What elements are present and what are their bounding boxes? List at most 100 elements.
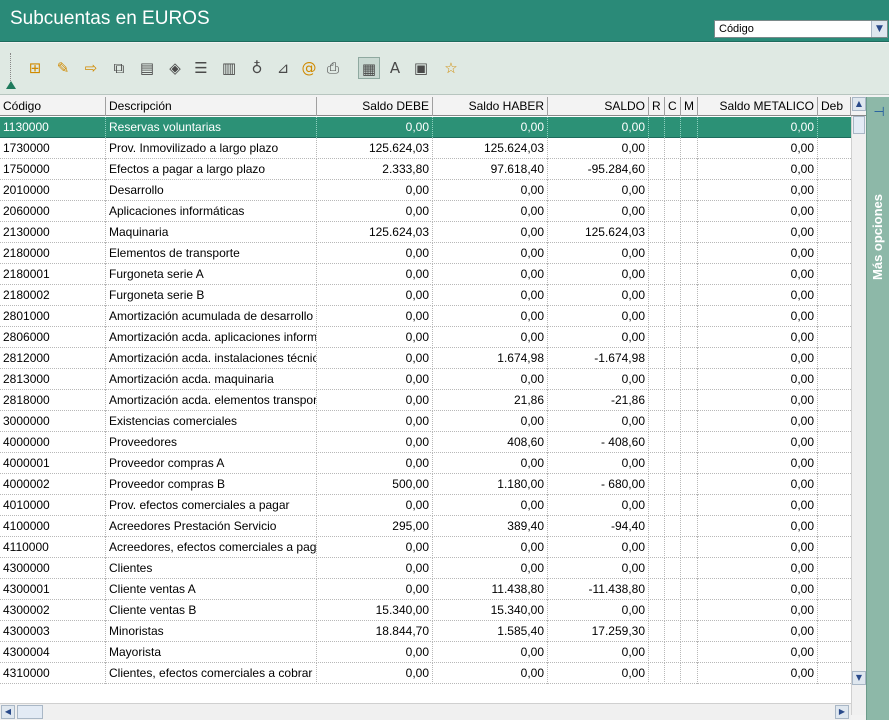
- search-field-select[interactable]: Código ▼: [714, 20, 888, 38]
- print-icon[interactable]: ⎙: [322, 57, 344, 79]
- clipboard-icon[interactable]: ▤: [136, 57, 158, 79]
- cell-m: [681, 348, 698, 369]
- table-row[interactable]: 1130000 Reservas voluntarias 0,00 0,00 0…: [0, 117, 851, 138]
- cell-codigo: 2812000: [0, 348, 106, 369]
- table-row[interactable]: 4300001 Cliente ventas A 0,00 11.438,80 …: [0, 579, 851, 600]
- cell-r: [649, 495, 665, 516]
- column-header-descripcion[interactable]: Descripción: [106, 97, 317, 116]
- cell-descripcion: Acreedores, efectos comerciales a pagar: [106, 537, 317, 558]
- table-row[interactable]: 2180000 Elementos de transporte 0,00 0,0…: [0, 243, 851, 264]
- table-row[interactable]: 1750000 Efectos a pagar a largo plazo 2.…: [0, 159, 851, 180]
- table-row[interactable]: 4000001 Proveedor compras A 0,00 0,00 0,…: [0, 453, 851, 474]
- cell-descripcion: Aplicaciones informáticas: [106, 201, 317, 222]
- cell-descripcion: Amortización acda. maquinaria: [106, 369, 317, 390]
- table-row[interactable]: 4110000 Acreedores, efectos comerciales …: [0, 537, 851, 558]
- column-header-r[interactable]: R: [649, 97, 665, 116]
- cell-m: [681, 411, 698, 432]
- table-row[interactable]: 2806000 Amortización acda. aplicaciones …: [0, 327, 851, 348]
- copy-icon[interactable]: ⧉: [108, 57, 130, 79]
- filter-icon[interactable]: ◈: [164, 57, 186, 79]
- table-row[interactable]: 2060000 Aplicaciones informáticas 0,00 0…: [0, 201, 851, 222]
- cell-m: [681, 537, 698, 558]
- table-row[interactable]: 4310000 Clientes, efectos comerciales a …: [0, 663, 851, 684]
- table-row[interactable]: 4300002 Cliente ventas B 15.340,00 15.34…: [0, 600, 851, 621]
- cell-saldo-haber: 0,00: [433, 558, 548, 579]
- view-icon[interactable]: ▦: [358, 57, 380, 79]
- table-row[interactable]: 4300004 Mayorista 0,00 0,00 0,00 0,00: [0, 642, 851, 663]
- cell-saldo-debe: 0,00: [317, 558, 433, 579]
- table-row[interactable]: 2818000 Amortización acda. elementos tra…: [0, 390, 851, 411]
- table-row[interactable]: 3000000 Existencias comerciales 0,00 0,0…: [0, 411, 851, 432]
- vertical-scroll-thumb[interactable]: [853, 116, 865, 134]
- cell-m: [681, 117, 698, 138]
- cell-descripcion: Amortización acda. elementos transporte: [106, 390, 317, 411]
- cell-saldo-debe: 125.624,03: [317, 138, 433, 159]
- at-icon[interactable]: @: [298, 57, 320, 79]
- cell-codigo: 4010000: [0, 495, 106, 516]
- favorite-icon[interactable]: ☆: [440, 57, 462, 79]
- memo-icon[interactable]: ▣: [410, 57, 432, 79]
- cell-saldo-haber: 0,00: [433, 453, 548, 474]
- column-header-saldo-metalico[interactable]: Saldo METALICO: [698, 97, 818, 116]
- horizontal-scroll-thumb[interactable]: [17, 705, 43, 719]
- cell-codigo: 1750000: [0, 159, 106, 180]
- cell-saldo-metalico: 0,00: [698, 537, 818, 558]
- cell-r: [649, 138, 665, 159]
- table-row[interactable]: 4100000 Acreedores Prestación Servicio 2…: [0, 516, 851, 537]
- cell-m: [681, 159, 698, 180]
- cell-c: [665, 474, 681, 495]
- chevron-down-icon[interactable]: ▼: [871, 21, 887, 37]
- cell-c: [665, 537, 681, 558]
- table-row[interactable]: 1730000 Prov. Inmovilizado a largo plazo…: [0, 138, 851, 159]
- cell-r: [649, 537, 665, 558]
- table-row[interactable]: 2180001 Furgoneta serie A 0,00 0,00 0,00…: [0, 264, 851, 285]
- export-icon[interactable]: ⇨: [80, 57, 102, 79]
- edit-record-icon[interactable]: ✎: [52, 57, 74, 79]
- hint-icon[interactable]: ♁: [246, 57, 268, 79]
- more-options-label[interactable]: Más opciones: [868, 184, 888, 290]
- column-header-saldo[interactable]: SALDO: [548, 97, 649, 116]
- table-row[interactable]: 2812000 Amortización acda. instalaciones…: [0, 348, 851, 369]
- column-header-saldo-debe[interactable]: Saldo DEBE: [317, 97, 433, 116]
- cell-codigo: 4000001: [0, 453, 106, 474]
- column-header-m[interactable]: M: [681, 97, 698, 116]
- columns-icon[interactable]: ▥: [218, 57, 240, 79]
- scroll-right-icon[interactable]: ▶: [835, 705, 849, 719]
- font-icon[interactable]: A: [384, 57, 406, 79]
- table-row[interactable]: 2010000 Desarrollo 0,00 0,00 0,00 0,00: [0, 180, 851, 201]
- cell-descripcion: Existencias comerciales: [106, 411, 317, 432]
- cell-r: [649, 642, 665, 663]
- cell-saldo-debe: 0,00: [317, 285, 433, 306]
- cell-c: [665, 495, 681, 516]
- vertical-scrollbar[interactable]: ▲ ▼: [851, 97, 866, 715]
- pin-icon[interactable]: ⊣: [871, 105, 887, 121]
- cell-saldo-metalico: 0,00: [698, 432, 818, 453]
- table-row[interactable]: 2130000 Maquinaria 125.624,03 0,00 125.6…: [0, 222, 851, 243]
- toolbar-corner-marker: [6, 81, 16, 89]
- table-row[interactable]: 2801000 Amortización acumulada de desarr…: [0, 306, 851, 327]
- scroll-down-icon[interactable]: ▼: [852, 671, 866, 685]
- table-row[interactable]: 4300000 Clientes 0,00 0,00 0,00 0,00: [0, 558, 851, 579]
- list-icon[interactable]: ☰: [190, 57, 212, 79]
- cell-codigo: 2813000: [0, 369, 106, 390]
- more-options-panel[interactable]: ⊣ Más opciones: [866, 97, 889, 720]
- column-header-saldo-haber[interactable]: Saldo HABER: [433, 97, 548, 116]
- eraser-icon[interactable]: ⊿: [272, 57, 294, 79]
- cell-saldo: 0,00: [548, 201, 649, 222]
- cell-r: [649, 264, 665, 285]
- table-row[interactable]: 4000000 Proveedores 0,00 408,60 - 408,60…: [0, 432, 851, 453]
- add-record-icon[interactable]: ⊞: [24, 57, 46, 79]
- table-row[interactable]: 4010000 Prov. efectos comerciales a paga…: [0, 495, 851, 516]
- horizontal-scrollbar[interactable]: ◀ ▶: [0, 703, 851, 720]
- scroll-left-icon[interactable]: ◀: [1, 705, 15, 719]
- column-header-codigo[interactable]: Código: [0, 97, 106, 116]
- table-row[interactable]: 4000002 Proveedor compras B 500,00 1.180…: [0, 474, 851, 495]
- table-row[interactable]: 4300003 Minoristas 18.844,70 1.585,40 17…: [0, 621, 851, 642]
- cell-saldo-haber: 1.674,98: [433, 348, 548, 369]
- column-header-debe-truncated[interactable]: Deb: [818, 97, 851, 116]
- cell-saldo-debe: 0,00: [317, 411, 433, 432]
- table-row[interactable]: 2180002 Furgoneta serie B 0,00 0,00 0,00…: [0, 285, 851, 306]
- column-header-c[interactable]: C: [665, 97, 681, 116]
- scroll-up-icon[interactable]: ▲: [852, 97, 866, 111]
- table-row[interactable]: 2813000 Amortización acda. maquinaria 0,…: [0, 369, 851, 390]
